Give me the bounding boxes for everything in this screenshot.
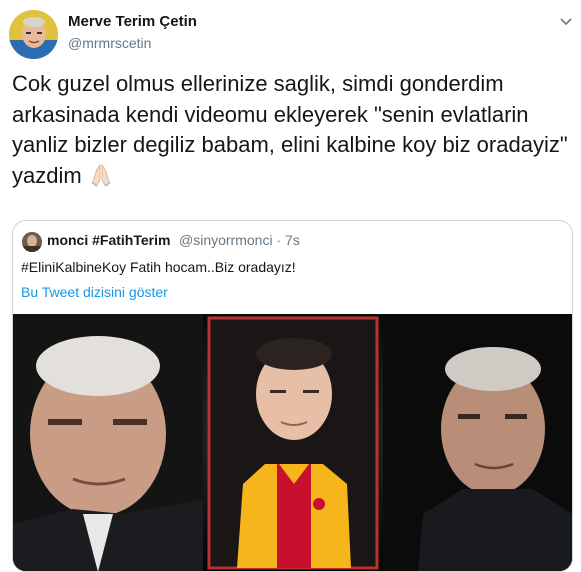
author-name[interactable]: Merve Terim Çetin	[68, 13, 197, 30]
quoted-author-name[interactable]: monci #FatihTerim	[47, 232, 170, 248]
show-thread-link[interactable]: Bu Tweet dizisini göster	[21, 284, 168, 300]
quoted-text: #EliniKalbineKoy Fatih hocam..Biz oraday…	[21, 259, 296, 275]
author-handle[interactable]: @mrmrscetin	[68, 35, 151, 51]
meta-separator: ·	[276, 232, 282, 248]
folded-hands-icon	[88, 163, 114, 187]
chevron-down-icon[interactable]	[558, 13, 574, 29]
author-avatar[interactable]	[9, 10, 58, 59]
left-portrait	[13, 314, 203, 571]
quoted-author-avatar[interactable]	[22, 232, 42, 252]
right-portrait	[383, 314, 572, 571]
tweet-text: Cok guzel olmus ellerinize saglik, simdi…	[12, 69, 572, 191]
quoted-timestamp[interactable]: 7s	[285, 232, 300, 248]
quoted-author-handle[interactable]: @sinyorrmonci	[179, 232, 273, 248]
video-thumbnail[interactable]	[13, 314, 572, 571]
quoted-tweet[interactable]: monci #FatihTerim @sinyorrmonci · 7s #El…	[12, 220, 573, 572]
center-portrait-in-jersey	[207, 316, 379, 570]
quoted-meta: @sinyorrmonci · 7s	[179, 232, 300, 248]
